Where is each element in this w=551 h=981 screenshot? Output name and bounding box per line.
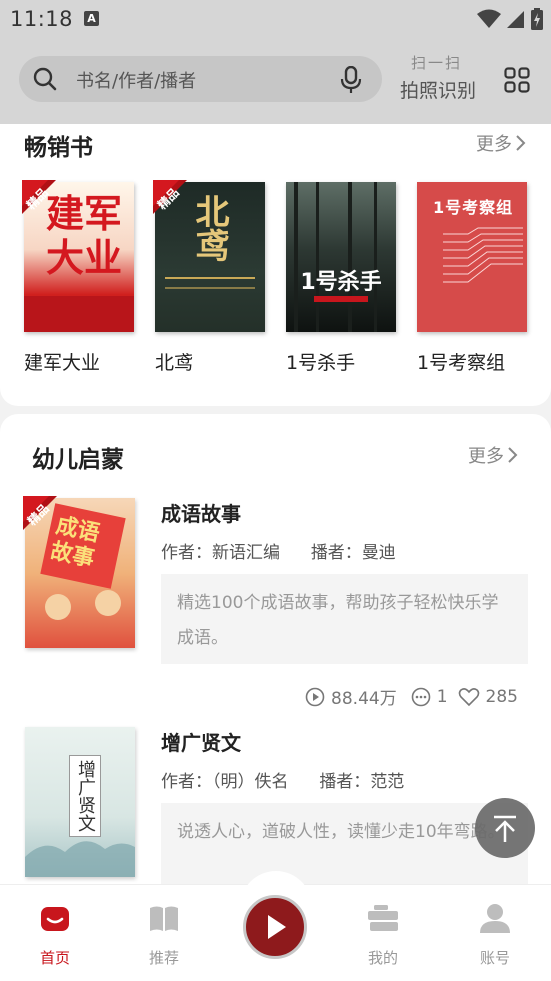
narrator-name: 范范 <box>370 772 405 792</box>
chevron-right-icon <box>508 447 518 463</box>
book-title: 1号考察组 <box>417 352 506 374</box>
book-title: 北鸢 <box>155 352 194 374</box>
cover-art <box>443 227 523 283</box>
comment-icon[interactable] <box>411 687 431 707</box>
bottom-navigation: 首页 推荐 我的 账号 <box>0 871 551 981</box>
grid-menu-icon[interactable] <box>504 67 530 93</box>
item-title: 成语故事 <box>161 502 241 526</box>
author-label: 作者： <box>161 772 212 792</box>
chevron-right-icon <box>516 135 526 151</box>
back-to-top-button[interactable] <box>475 798 535 858</box>
photo-recognize-label: 拍照识别 <box>400 80 477 102</box>
author-label: 作者： <box>161 543 212 563</box>
like-count: 285 <box>485 686 518 707</box>
more-link[interactable]: 更多 <box>468 442 518 468</box>
more-link[interactable]: 更多 <box>476 130 526 156</box>
nav-mine[interactable]: 我的 <box>348 901 418 968</box>
narrator-name: 曼迪 <box>361 543 396 563</box>
nav-label: 首页 <box>39 949 70 967</box>
wifi-icon <box>477 9 501 28</box>
nav-recommend[interactable]: 推荐 <box>129 901 199 968</box>
play-icon <box>268 915 286 939</box>
section-title: 幼儿启蒙 <box>32 447 124 473</box>
book-icon <box>150 906 178 931</box>
nav-label: 推荐 <box>148 949 179 967</box>
book-item[interactable]: 北鸢 精品 北鸢 <box>153 180 265 374</box>
narrator-label: 播者： <box>319 772 371 792</box>
battery-icon <box>531 8 543 30</box>
nav-label: 我的 <box>367 949 398 967</box>
item-meta: 作者：（明）佚名 播者：范范 <box>161 767 404 792</box>
status-bar: 11:18 A <box>0 0 551 40</box>
book-item[interactable]: 1号杀手 1号杀手 <box>286 182 396 374</box>
scan-label: 扫一扫 <box>411 54 463 72</box>
item-stats: 88.44万 1 285 <box>305 684 518 709</box>
item-description: 说透人心，道破人性，读懂少走10年弯路。 <box>161 803 528 884</box>
user-icon <box>480 904 510 933</box>
nav-account[interactable]: 账号 <box>460 901 530 968</box>
book-cover: 增广贤文 <box>25 727 135 877</box>
more-label: 更多 <box>476 134 512 155</box>
author-name: （明）佚名 <box>212 772 289 792</box>
author-name: 新语汇编 <box>212 543 280 563</box>
bookshelf-icon <box>368 905 398 931</box>
item-title: 增广贤文 <box>161 731 241 755</box>
bestseller-section: 畅销书 更多 建军大业 精品 建军大业 北鸢 精品 北鸢 1号杀手 1号杀手 1… <box>0 124 551 406</box>
comment-count: 1 <box>436 686 448 707</box>
signal-icon <box>507 11 524 28</box>
home-icon <box>41 907 69 931</box>
header: 书名/作者/播者 扫一扫 拍照识别 <box>0 40 551 124</box>
search-placeholder: 书名/作者/播者 <box>76 71 197 92</box>
cover-title: 1号考察组 <box>433 198 514 217</box>
heart-icon[interactable] <box>458 687 480 707</box>
status-time: 11:18 <box>10 7 74 31</box>
cover-art <box>25 841 135 877</box>
cover-title: 1号杀手 <box>300 270 382 295</box>
narrator-label: 播者： <box>310 543 362 563</box>
kids-section: 幼儿启蒙 更多 成语故事 精品 成语故事 作者：新语汇编 播者：曼迪 精选100… <box>0 414 551 884</box>
item-meta: 作者：新语汇编 播者：曼迪 <box>161 538 396 563</box>
play-count: 88.44万 <box>331 689 397 709</box>
book-cover: 1号杀手 <box>286 182 396 332</box>
search-input[interactable]: 书名/作者/播者 <box>19 56 382 102</box>
nav-home[interactable]: 首页 <box>20 901 90 968</box>
search-icon <box>33 67 57 91</box>
notification-icon: A <box>84 11 99 26</box>
status-icons <box>477 8 543 30</box>
book-cover: 1号考察组 <box>417 182 527 332</box>
cover-title: 增广贤文 <box>69 755 101 837</box>
more-label: 更多 <box>468 446 504 467</box>
book-title: 1号杀手 <box>286 352 356 374</box>
book-item[interactable]: 1号考察组 1号考察组 <box>417 182 527 374</box>
player-play-button[interactable] <box>243 895 307 959</box>
arrow-up-icon <box>494 815 516 842</box>
microphone-icon[interactable] <box>339 66 363 94</box>
nav-label: 账号 <box>479 949 510 967</box>
book-title: 建军大业 <box>24 352 101 374</box>
play-count-icon <box>305 687 325 706</box>
book-item[interactable]: 建军大业 精品 建军大业 <box>22 180 134 374</box>
item-description: 精选100个成语故事，帮助孩子轻松快乐学成语。 <box>161 574 528 664</box>
section-title: 畅销书 <box>24 135 93 161</box>
